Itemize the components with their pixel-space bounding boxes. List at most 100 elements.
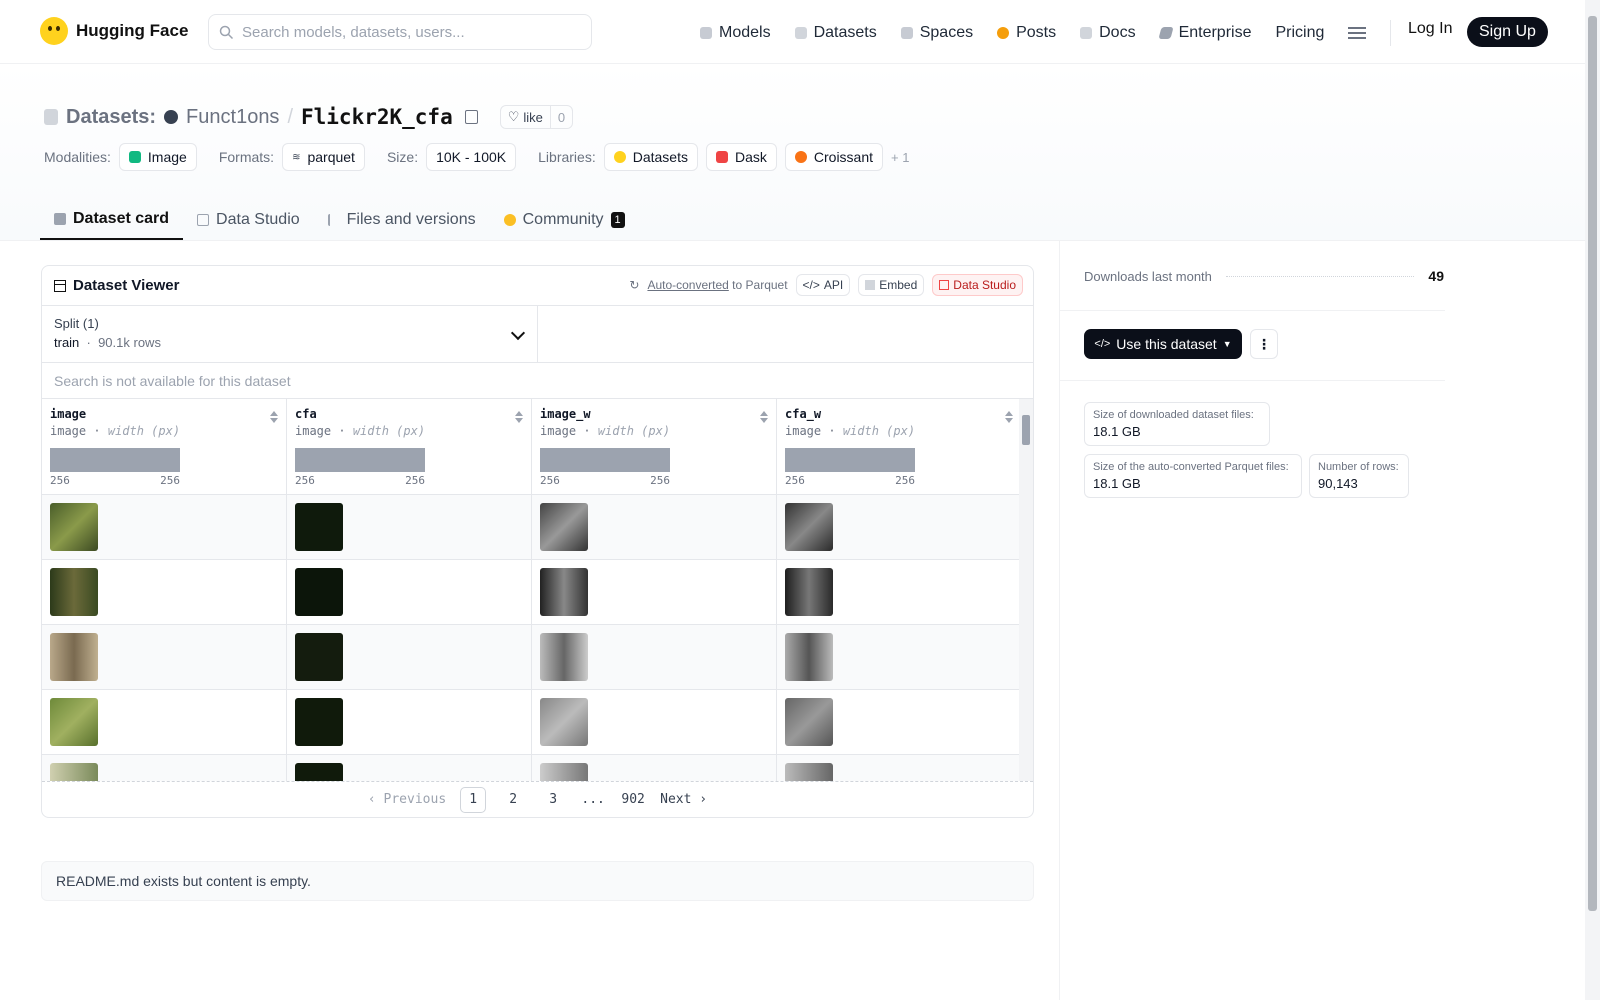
embed-button[interactable]: Embed [858, 274, 925, 296]
column-type: image [540, 424, 577, 438]
cfa-w-thumbnail[interactable] [785, 698, 833, 746]
api-button[interactable]: </> API [795, 274, 851, 296]
sort-icon[interactable] [270, 411, 278, 423]
tag-parquet[interactable]: ≋ parquet [282, 143, 365, 171]
column-stat: width (px) [842, 424, 916, 438]
tab-files[interactable]: Files and versions [314, 200, 490, 240]
libraries-label: Libraries: [538, 149, 596, 165]
nav-docs[interactable]: Docs [1080, 24, 1136, 42]
data-studio-button[interactable]: Data Studio [932, 274, 1023, 296]
files-icon [327, 214, 340, 226]
stat-size-files-value: 18.1 GB [1093, 424, 1141, 439]
croissant-icon [794, 151, 807, 163]
nav-datasets-label: Datasets [813, 24, 877, 41]
table-scrollbar[interactable] [1019, 399, 1033, 781]
page-3[interactable]: 3 [540, 787, 566, 813]
tag-croissant[interactable]: Croissant [784, 143, 884, 171]
image-w-thumbnail[interactable] [540, 568, 588, 616]
cfa-w-thumbnail[interactable] [785, 633, 833, 681]
image-thumbnail[interactable] [50, 568, 98, 616]
cfa-thumbnail[interactable] [295, 633, 343, 681]
column-name: cfa [295, 407, 317, 421]
like-count: 0 [557, 109, 566, 125]
split-rows: 90.1k rows [98, 335, 161, 350]
tag-image[interactable]: Image [118, 143, 197, 171]
sort-icon[interactable] [760, 411, 768, 423]
image-thumbnail[interactable] [50, 698, 98, 746]
hugging-face-icon [40, 17, 68, 45]
signup-button[interactable]: Sign Up [1467, 17, 1548, 47]
split-label: Split (1) [54, 316, 99, 331]
column-header[interactable]: cfa_w image · width (px) 256 256 [777, 399, 1022, 494]
image-w-thumbnail[interactable] [540, 763, 588, 781]
scrollbar-thumb[interactable] [1022, 415, 1030, 445]
nav-datasets[interactable]: Datasets [794, 24, 877, 42]
like-label: like [523, 109, 543, 125]
table-row [42, 755, 1033, 781]
next-button[interactable]: Next › [660, 792, 707, 807]
repo-name[interactable]: Flickr2K_cfa [301, 105, 453, 129]
image-thumbnail[interactable] [50, 763, 98, 781]
more-options-icon[interactable]: ⋮ [1250, 329, 1278, 359]
page-scrollbar[interactable] [1585, 0, 1600, 1000]
cfa-w-thumbnail[interactable] [785, 568, 833, 616]
like-button[interactable]: ♡ like 0 [499, 105, 574, 129]
page-last[interactable]: 902 [620, 787, 646, 813]
cfa-thumbnail[interactable] [295, 503, 343, 551]
search-placeholder: Search models, datasets, users... [242, 23, 465, 41]
tag-image-label: Image [147, 149, 187, 165]
nav-enterprise[interactable]: Enterprise [1157, 24, 1251, 42]
previous-button[interactable]: ‹ Previous [368, 792, 446, 807]
cfa-w-thumbnail[interactable] [785, 763, 833, 781]
tag-size[interactable]: 10K - 100K [426, 143, 517, 171]
image-thumbnail[interactable] [50, 503, 98, 551]
section-label[interactable]: Datasets: [66, 106, 156, 129]
split-name: train [54, 335, 80, 350]
page-2[interactable]: 2 [500, 787, 526, 813]
tab-dataset-card-label: Dataset card [73, 210, 170, 227]
nav-posts[interactable]: Posts [997, 24, 1056, 42]
sort-icon[interactable] [515, 411, 523, 423]
more-libraries[interactable]: + 1 [891, 150, 909, 165]
column-type: image [50, 424, 87, 438]
login-link[interactable]: Log In [1408, 20, 1452, 38]
table-header: image image · width (px) 256 256 cfa image ·… [42, 399, 1033, 495]
to-parquet-label: to Parquet [732, 278, 788, 292]
column-header[interactable]: image_w image · width (px) 256 256 [532, 399, 777, 494]
cfa-thumbnail[interactable] [295, 763, 343, 781]
image-w-thumbnail[interactable] [540, 698, 588, 746]
copy-icon[interactable] [464, 110, 478, 124]
viewer-search-disabled: Search is not available for this dataset [42, 363, 1033, 399]
tag-dask[interactable]: Dask [705, 143, 777, 171]
tab-dataset-card[interactable]: Dataset card [40, 200, 184, 240]
tab-community[interactable]: Community 1 [490, 200, 639, 240]
page-scrollbar-thumb[interactable] [1588, 16, 1597, 911]
column-header[interactable]: cfa image · width (px) 256 256 [287, 399, 532, 494]
tag-datasets[interactable]: Datasets [603, 143, 698, 171]
stat-size-files-label: Size of downloaded dataset files: [1093, 409, 1254, 421]
image-w-thumbnail[interactable] [540, 503, 588, 551]
column-header[interactable]: image image · width (px) 256 256 [42, 399, 287, 494]
page-1[interactable]: 1 [460, 786, 487, 813]
brand-logo[interactable]: Hugging Face [40, 17, 188, 45]
stat-size-parquet-label: Size of the auto-converted Parquet files… [1093, 461, 1289, 473]
use-dataset-button[interactable]: </> Use this dataset ▼ [1084, 329, 1242, 359]
org-link[interactable]: Funct1ons [186, 106, 279, 129]
nav-spaces[interactable]: Spaces [900, 24, 973, 42]
tag-datasets-label: Datasets [632, 149, 688, 165]
search-input[interactable]: Search models, datasets, users... [208, 14, 592, 50]
image-w-thumbnail[interactable] [540, 633, 588, 681]
nav-models[interactable]: Models [700, 24, 771, 42]
image-thumbnail[interactable] [50, 633, 98, 681]
cfa-thumbnail[interactable] [295, 698, 343, 746]
book-icon [1080, 27, 1093, 39]
auto-converted-link[interactable]: Auto-converted [647, 278, 728, 292]
column-stat: width (px) [597, 424, 671, 438]
sort-icon[interactable] [1005, 411, 1013, 423]
cfa-thumbnail[interactable] [295, 568, 343, 616]
split-selector[interactable]: Split (1) train · 90.1k rows [42, 306, 538, 362]
menu-icon[interactable] [1348, 27, 1367, 39]
cfa-w-thumbnail[interactable] [785, 503, 833, 551]
nav-pricing[interactable]: Pricing [1275, 24, 1324, 42]
tab-data-studio[interactable]: Data Studio [183, 200, 314, 240]
